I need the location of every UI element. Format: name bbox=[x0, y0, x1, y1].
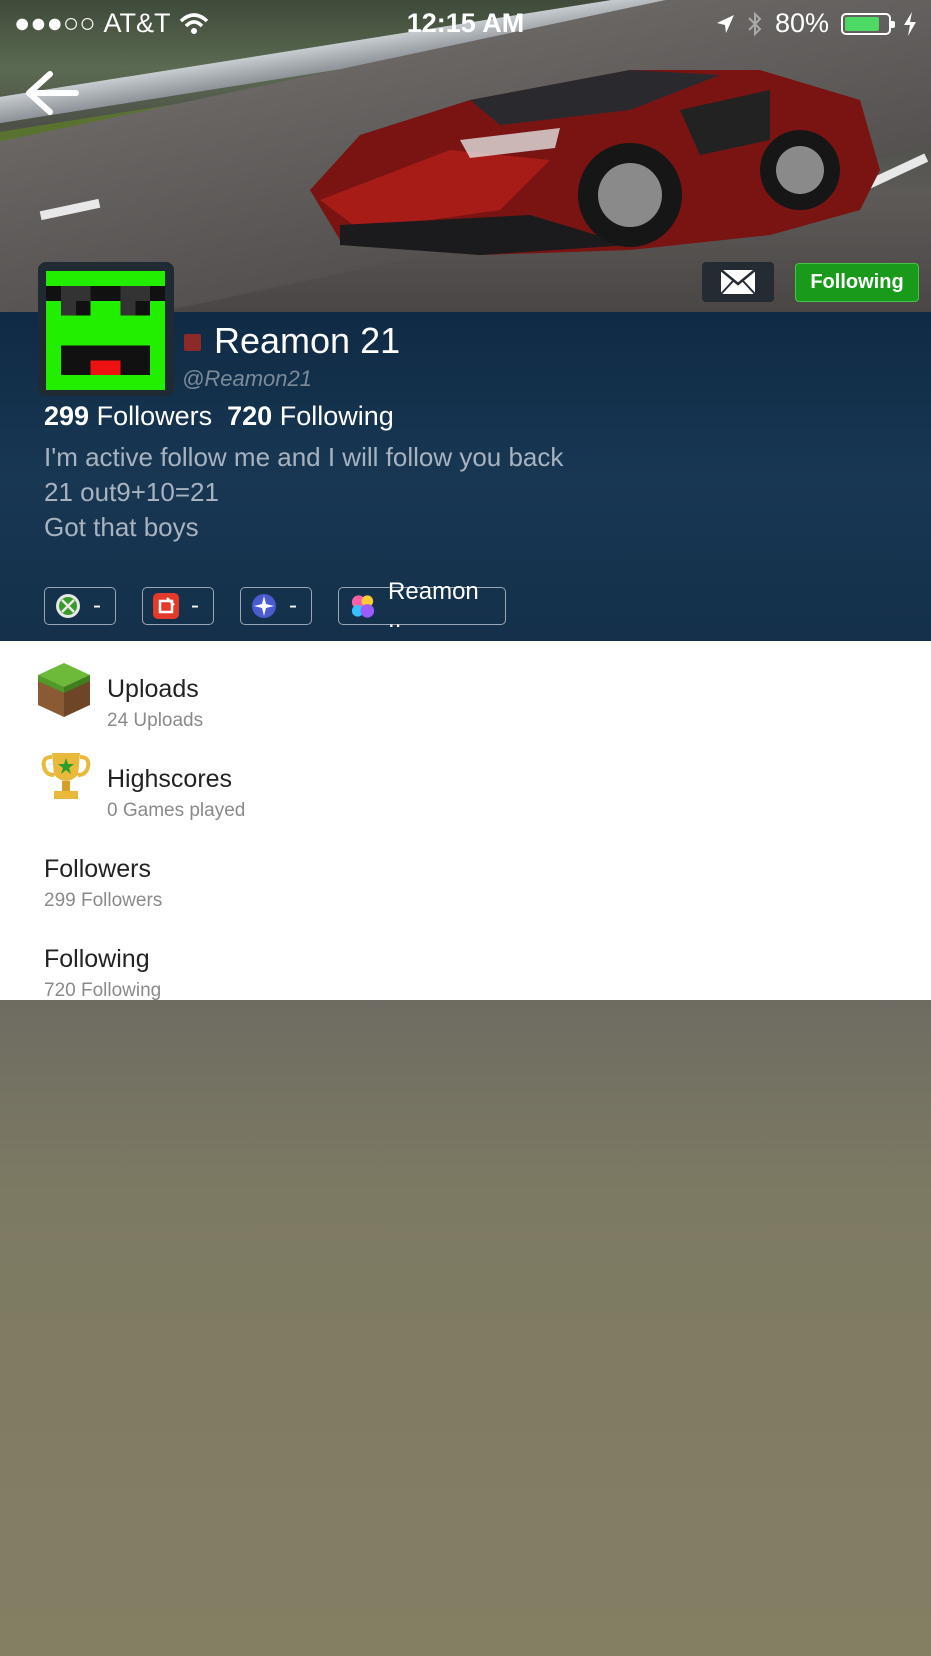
status-bar: ●●●○○ AT&T 12:15 AM 80% bbox=[0, 0, 931, 46]
profile-name: Reamon 21 bbox=[214, 320, 401, 361]
charging-icon bbox=[904, 11, 916, 36]
account-value: - bbox=[191, 592, 199, 619]
row-title: Following bbox=[44, 945, 150, 973]
uploads-row[interactable]: Uploads 24 Uploads bbox=[0, 657, 931, 745]
follow-stats: 299 Followers 720 Following bbox=[44, 401, 394, 432]
following-button[interactable]: Following bbox=[795, 263, 919, 302]
bio-line: Got that boys bbox=[44, 512, 199, 542]
profile-bio: I'm active follow me and I will follow y… bbox=[44, 440, 563, 545]
row-title: Highscores bbox=[107, 765, 233, 793]
background-area bbox=[0, 1000, 931, 1656]
row-title: Uploads bbox=[107, 675, 199, 703]
xbox-icon bbox=[56, 594, 80, 618]
envelope-icon bbox=[720, 269, 756, 295]
avatar[interactable] bbox=[46, 271, 165, 390]
message-button[interactable] bbox=[702, 262, 774, 302]
following-label[interactable]: Following bbox=[280, 401, 394, 431]
profile-handle: @Reamon21 bbox=[182, 366, 312, 391]
battery-icon bbox=[841, 12, 895, 35]
row-subtitle: 0 Games played bbox=[107, 800, 246, 821]
highscores-row[interactable]: Highscores 0 Games played bbox=[0, 747, 931, 835]
row-subtitle: 720 Following bbox=[44, 980, 162, 1001]
presence-indicator bbox=[184, 334, 201, 351]
grass-block-icon bbox=[38, 663, 90, 717]
bluetooth-icon bbox=[748, 11, 762, 36]
following-count[interactable]: 720 bbox=[227, 401, 272, 431]
xbox-account-chip[interactable]: - bbox=[44, 587, 116, 625]
trophy-icon bbox=[41, 753, 91, 799]
game-center-icon bbox=[351, 595, 375, 618]
starburst-icon bbox=[252, 594, 276, 618]
starburst-account-chip[interactable]: - bbox=[240, 587, 312, 625]
followers-row[interactable]: Followers 299 Followers bbox=[0, 837, 931, 925]
sports-car-image bbox=[310, 70, 880, 255]
bio-line: I'm active follow me and I will follow y… bbox=[44, 442, 564, 472]
location-arrow-icon bbox=[716, 14, 734, 33]
row-subtitle: 24 Uploads bbox=[107, 710, 204, 731]
battery-percentage: 80% bbox=[774, 8, 829, 38]
game-app-account-chip[interactable]: - bbox=[142, 587, 214, 625]
game-center-account-chip[interactable]: Reamon .. bbox=[338, 578, 506, 633]
account-value: - bbox=[289, 592, 297, 619]
back-arrow-icon bbox=[26, 71, 79, 115]
account-value: - bbox=[93, 592, 101, 619]
row-title: Followers bbox=[44, 855, 151, 883]
game-app-icon bbox=[153, 593, 179, 619]
linked-accounts: - - - Reamon .. bbox=[44, 578, 506, 633]
bio-line: 21 out9+10=21 bbox=[44, 477, 219, 507]
followers-count[interactable]: 299 bbox=[44, 401, 89, 431]
account-value: Reamon .. bbox=[388, 578, 479, 633]
row-subtitle: 299 Followers bbox=[44, 890, 163, 911]
battery-fill bbox=[845, 16, 879, 31]
followers-label[interactable]: Followers bbox=[97, 401, 213, 431]
back-button[interactable] bbox=[24, 68, 80, 118]
profile-menu: Uploads 24 Uploads Highscores 0 Games pl… bbox=[0, 641, 931, 1001]
